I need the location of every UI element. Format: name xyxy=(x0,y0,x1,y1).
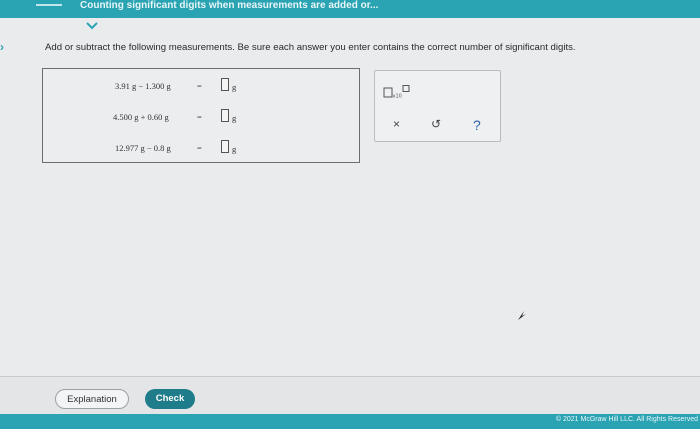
problem-row: 3.91 g − 1.300 g = g xyxy=(43,77,361,95)
instructions-text: Add or subtract the following measuremen… xyxy=(45,42,576,53)
equals-sign: = xyxy=(197,143,202,153)
equals-sign: = xyxy=(197,112,202,122)
answer-input[interactable] xyxy=(221,140,229,153)
check-button[interactable]: Check xyxy=(145,389,195,409)
problem-expression: 12.977 g − 0.8 g xyxy=(115,143,171,153)
problem-row: 12.977 g − 0.8 g = g xyxy=(43,139,361,157)
mouse-cursor-icon xyxy=(518,311,526,320)
chevron-down-icon[interactable] xyxy=(84,21,100,31)
svg-text:x10: x10 xyxy=(393,94,402,100)
page-title: Counting significant digits when measure… xyxy=(80,0,379,11)
close-icon[interactable]: × xyxy=(393,117,400,131)
x10-superscript-icon[interactable]: x10 xyxy=(383,85,411,99)
screen: Counting significant digits when measure… xyxy=(0,0,700,429)
equals-sign: = xyxy=(197,81,202,91)
answer-input[interactable] xyxy=(221,109,229,122)
problem-panel: 3.91 g − 1.300 g = g 4.500 g + 0.60 g = … xyxy=(42,68,360,163)
problem-expression: 3.91 g − 1.300 g xyxy=(115,81,171,91)
header-bar: Counting significant digits when measure… xyxy=(0,0,700,18)
copyright-text: © 2021 McGraw Hill LLC. All Rights Reser… xyxy=(555,416,698,423)
menu-icon[interactable] xyxy=(36,4,62,6)
answer-input[interactable] xyxy=(221,78,229,91)
unit-label: g xyxy=(232,82,237,92)
collapse-row xyxy=(0,18,700,34)
explanation-button[interactable]: Explanation xyxy=(55,389,129,409)
unit-label: g xyxy=(232,144,237,154)
help-icon[interactable]: ? xyxy=(473,117,481,133)
bottom-bar: © 2021 McGraw Hill LLC. All Rights Reser… xyxy=(0,414,700,429)
math-tools-panel: x10 × ↺ ? xyxy=(374,70,501,142)
chevron-right-icon[interactable]: › xyxy=(0,40,8,56)
problem-row: 4.500 g + 0.60 g = g xyxy=(43,108,361,126)
unit-label: g xyxy=(232,113,237,123)
undo-icon[interactable]: ↺ xyxy=(431,117,441,131)
problem-expression: 4.500 g + 0.60 g xyxy=(113,112,169,122)
